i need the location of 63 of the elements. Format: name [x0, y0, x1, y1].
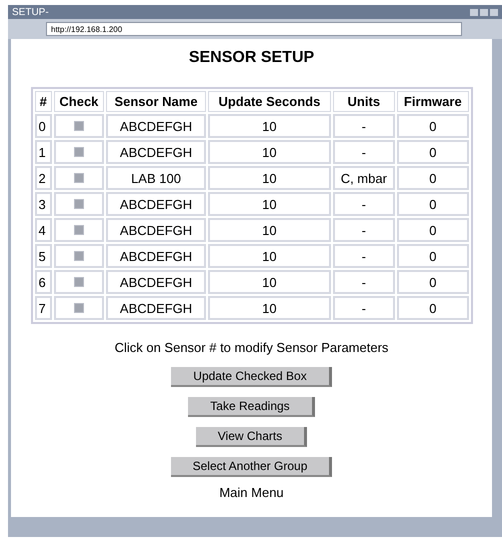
column-header: Units	[332, 91, 396, 112]
page-heading: SENSOR SETUP	[188, 49, 314, 67]
column-header: Check	[54, 91, 104, 112]
action-button[interactable]: Select Another Group	[170, 457, 332, 477]
checkbox[interactable]	[74, 224, 84, 234]
table-cell: 10	[208, 218, 330, 242]
checkbox[interactable]	[74, 302, 84, 312]
sensor-number-link[interactable]: 7	[34, 296, 52, 320]
column-header: Firmware	[397, 91, 468, 112]
table-cell: -	[332, 114, 396, 138]
table-cell: LAB 100	[106, 166, 206, 190]
table-cell: -	[332, 218, 396, 242]
table-cell: 10	[208, 166, 330, 190]
table-cell: 0	[397, 140, 468, 164]
sensor-number-link[interactable]: 3	[34, 192, 52, 216]
address-field[interactable]: http://192.168.1.200	[46, 22, 462, 36]
table-cell: -	[332, 270, 396, 294]
table-cell: 0	[397, 166, 468, 190]
table-cell: 0	[397, 192, 468, 216]
table-cell: 0	[397, 296, 468, 320]
sensor-number-link[interactable]: 6	[34, 270, 52, 294]
table-cell: -	[332, 296, 396, 320]
window-title: SETUP-	[12, 6, 49, 18]
table-cell: 10	[208, 114, 330, 138]
table-cell: 10	[208, 270, 330, 294]
action-button[interactable]: Update Checked Box	[171, 367, 332, 387]
table-cell: -	[332, 244, 396, 268]
table-cell: 0	[397, 218, 468, 242]
table-cell: ABCDEFGH	[106, 114, 206, 138]
checkbox[interactable]	[74, 120, 84, 130]
action-button[interactable]: Take Readings	[188, 397, 315, 417]
table-cell: 10	[208, 140, 330, 164]
table-cell: -	[332, 192, 396, 216]
table-cell: C, mbar	[332, 166, 396, 190]
table-cell: ABCDEFGH	[106, 296, 206, 320]
sensor-number-link[interactable]: 2	[34, 166, 52, 190]
checkbox[interactable]	[74, 250, 84, 260]
column-header: Update Seconds	[208, 91, 330, 112]
table-cell: ABCDEFGH	[106, 244, 206, 268]
table-cell: 10	[208, 244, 330, 268]
table-cell: ABCDEFGH	[106, 218, 206, 242]
table-cell: 0	[397, 270, 468, 294]
action-button[interactable]: View Charts	[196, 427, 308, 447]
sensor-number-link[interactable]: 1	[34, 140, 52, 164]
instruction-text: Click on Sensor # to modify Sensor Parameters	[114, 340, 388, 355]
sensor-number-link[interactable]: 5	[34, 244, 52, 268]
table-cell: -	[332, 140, 396, 164]
table-cell: 10	[208, 192, 330, 216]
table-cell: ABCDEFGH	[106, 270, 206, 294]
table-cell: ABCDEFGH	[106, 192, 206, 216]
sensor-number-link[interactable]: 4	[34, 218, 52, 242]
checkbox[interactable]	[74, 146, 84, 156]
table-cell: 0	[397, 244, 468, 268]
checkbox[interactable]	[74, 198, 84, 208]
column-header: Sensor Name	[106, 91, 206, 112]
table-cell: 10	[208, 296, 330, 320]
table-cell: ABCDEFGH	[106, 140, 206, 164]
checkbox[interactable]	[74, 276, 84, 286]
table-cell: 0	[397, 114, 468, 138]
sensor-number-link[interactable]: 0	[34, 114, 52, 138]
main-menu-link[interactable]: Main Menu	[219, 485, 284, 500]
checkbox[interactable]	[74, 172, 84, 182]
column-header: #	[34, 91, 52, 112]
